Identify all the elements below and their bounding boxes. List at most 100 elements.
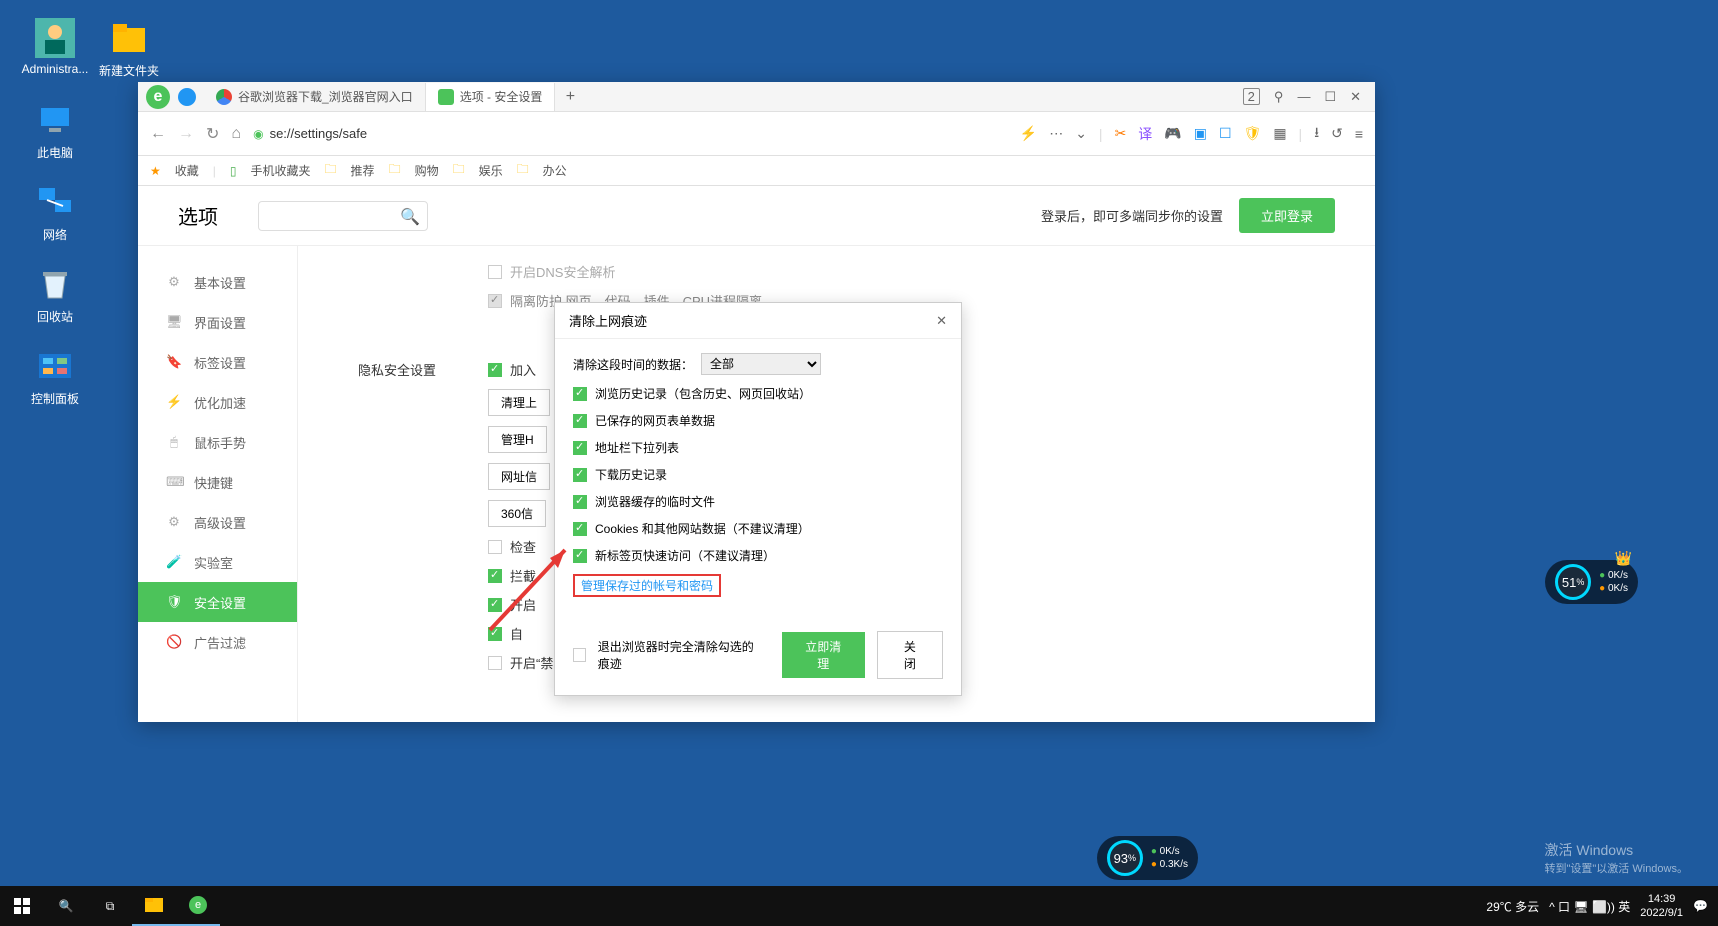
checkbox[interactable]: [488, 656, 502, 670]
tab-settings[interactable]: 选项 - 安全设置: [426, 83, 556, 111]
recycle-icon: [35, 264, 75, 304]
tab-bar: e 谷歌浏览器下载_浏览器官网入口 选项 - 安全设置 + 2 ⚲ — ☐ ✕: [138, 82, 1375, 112]
history-icon[interactable]: ↺: [1331, 125, 1343, 142]
game-icon[interactable]: 🎮: [1164, 125, 1181, 142]
maximize-button[interactable]: ☐: [1324, 89, 1336, 105]
desktop-icon-user[interactable]: Administra...: [20, 18, 90, 76]
manage-button[interactable]: 管理H: [488, 426, 547, 453]
desktop-icon-label: 回收站: [37, 310, 73, 324]
sidebar-item-mouse[interactable]: 🖱鼠标手势: [138, 422, 297, 462]
bookmark-mobile[interactable]: 手机收藏夹: [251, 162, 311, 179]
checkbox[interactable]: [573, 522, 587, 536]
dialog-option: 浏览历史记录（包含历史、网页回收站）: [595, 385, 811, 402]
close-button[interactable]: 关 闭: [877, 631, 943, 679]
browser-taskbar-button[interactable]: e: [176, 886, 220, 926]
desktop-icon-folder[interactable]: 新建文件夹: [94, 18, 164, 79]
sidebar-item-accel[interactable]: ⚡优化加速: [138, 382, 297, 422]
minimize-button[interactable]: —: [1297, 89, 1310, 104]
checkbox[interactable]: [573, 441, 587, 455]
folder-icon: 🗀: [453, 160, 465, 181]
desktop-icon-pc[interactable]: 此电脑: [20, 100, 90, 161]
dialog-option: 地址栏下拉列表: [595, 439, 679, 456]
network-icon: [35, 182, 75, 222]
shield-icon[interactable]: 🛡: [1244, 125, 1262, 142]
sidebar-item-adblock[interactable]: 🚫广告过滤: [138, 622, 297, 662]
checkbox[interactable]: [573, 387, 587, 401]
sidebar-item-lab[interactable]: 🧪实验室: [138, 542, 297, 582]
pin-icon[interactable]: ⚲: [1274, 89, 1284, 105]
tab-count-badge[interactable]: 2: [1243, 88, 1260, 105]
manage-passwords-link[interactable]: 管理保存过的帐号和密码: [581, 579, 713, 593]
dialog-footer: 退出浏览器时完全清除勾选的痕迹 立即清理 关 闭: [555, 621, 961, 695]
sidebar-item-label: 基本设置: [194, 273, 246, 292]
sidebar-item-ui[interactable]: 🖥界面设置: [138, 302, 297, 342]
bookmark-item[interactable]: 推荐: [351, 162, 375, 179]
explorer-button[interactable]: [132, 886, 176, 926]
checkbox[interactable]: [573, 468, 587, 482]
reload-button[interactable]: ↻: [206, 124, 219, 144]
checkbox[interactable]: [573, 414, 587, 428]
back-button[interactable]: ←: [150, 125, 166, 143]
clear-button[interactable]: 清理上: [488, 389, 550, 416]
dialog-header: 清除上网痕迹 ✕: [555, 303, 961, 339]
tab-label: 选项 - 安全设置: [460, 88, 543, 105]
sidebar-item-label: 广告过滤: [194, 633, 246, 652]
clean-now-button[interactable]: 立即清理: [782, 632, 865, 678]
tray-icons[interactable]: ^ 口 🖥 ⬜)) 英: [1549, 898, 1630, 915]
checkbox[interactable]: [488, 265, 502, 279]
start-button[interactable]: [0, 886, 44, 926]
checkbox[interactable]: [573, 495, 587, 509]
dropdown-icon[interactable]: ⌄: [1075, 125, 1087, 142]
dialog-option: 浏览器缓存的临时文件: [595, 493, 715, 510]
checkbox[interactable]: [488, 363, 502, 377]
bookmark-item[interactable]: 购物: [415, 162, 439, 179]
notification-button[interactable]: 💬: [1693, 899, 1708, 913]
tab-chrome-download[interactable]: 谷歌浏览器下载_浏览器官网入口: [204, 83, 426, 111]
sidebar-item-label: 实验室: [194, 553, 233, 572]
desktop-icon-control[interactable]: 控制面板: [20, 346, 90, 407]
close-button[interactable]: ✕: [1350, 89, 1361, 105]
url-input[interactable]: ◉ se://settings/safe: [253, 126, 1008, 141]
grid-icon[interactable]: ▦: [1273, 125, 1286, 142]
new-tab-button[interactable]: +: [555, 88, 585, 106]
bookmark-fav[interactable]: 收藏: [175, 162, 199, 179]
range-select[interactable]: 全部: [701, 353, 821, 375]
weather-widget[interactable]: 29℃ 多云: [1486, 898, 1539, 915]
window-icon[interactable]: ☐: [1219, 125, 1232, 142]
bookmark-item[interactable]: 娱乐: [479, 162, 503, 179]
login-button[interactable]: 立即登录: [1239, 198, 1335, 233]
scissors-icon[interactable]: ✂: [1115, 125, 1127, 142]
more-icon[interactable]: ⋯: [1049, 125, 1063, 142]
task-view-button[interactable]: ⧉: [88, 886, 132, 926]
range-label: 清除这段时间的数据：: [573, 356, 693, 373]
gear-icon: ⚙: [166, 514, 182, 530]
home-button[interactable]: ⌂: [231, 125, 241, 143]
sidebar-item-basic[interactable]: ⚙基本设置: [138, 262, 297, 302]
url-button[interactable]: 网址信: [488, 463, 550, 490]
desktop-icon-network[interactable]: 网络: [20, 182, 90, 243]
perf-widget-2[interactable]: 👑 51% ● 0K/s ● 0K/s: [1545, 560, 1638, 604]
menu-icon[interactable]: ≡: [1355, 126, 1363, 142]
360-button[interactable]: 360信: [488, 500, 546, 527]
sidebar-item-label: 安全设置: [194, 593, 246, 612]
forward-button[interactable]: →: [178, 125, 194, 143]
browser-logo-icon[interactable]: e: [146, 85, 170, 109]
desktop-icon-label: Administra...: [22, 62, 89, 76]
download-icon[interactable]: ⭳: [1314, 122, 1319, 146]
search-button[interactable]: 🔍: [44, 886, 88, 926]
sidebar-item-security[interactable]: 🛡安全设置: [138, 582, 297, 622]
sidebar-item-advanced[interactable]: ⚙高级设置: [138, 502, 297, 542]
search-icon[interactable]: 🔍: [400, 207, 420, 227]
translate-icon[interactable]: 译: [1138, 124, 1152, 144]
sidebar-item-tabs[interactable]: 🔖标签设置: [138, 342, 297, 382]
bookmark-item[interactable]: 办公: [543, 162, 567, 179]
bolt-icon[interactable]: ⚡: [1020, 125, 1037, 142]
sidebar-item-shortcut[interactable]: ⌨快捷键: [138, 462, 297, 502]
desktop-icon-recycle[interactable]: 回收站: [20, 264, 90, 325]
close-icon[interactable]: ✕: [936, 313, 947, 329]
video-icon[interactable]: ▣: [1194, 125, 1207, 142]
window-controls: 2 ⚲ — ☐ ✕: [1243, 88, 1375, 105]
clock[interactable]: 14:39 2022/9/1: [1640, 892, 1683, 921]
perf-widget-1[interactable]: 93% ● 0K/s ● 0.3K/s: [1097, 836, 1198, 880]
sync-icon[interactable]: [178, 88, 196, 106]
